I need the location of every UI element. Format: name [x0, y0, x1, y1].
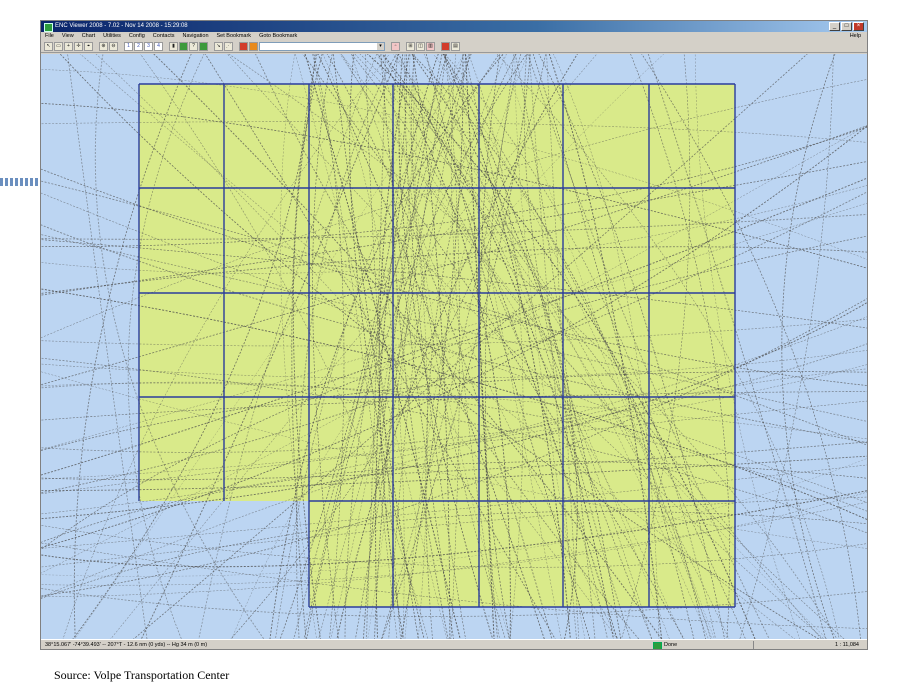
map-canvas[interactable] [41, 54, 868, 639]
menu-goto-bookmark[interactable]: Goto Bookmark [259, 32, 297, 41]
window-title: ENC Viewer 2008 - 7.02 - Nov 14 2008 - 1… [55, 23, 188, 29]
status-bar: 38°15.067' -74°39.493' -- 207°T - 12.6 n… [41, 639, 867, 649]
map-scale: 1 : 11,084 [834, 642, 859, 648]
track-icon[interactable]: ⋰ [224, 42, 233, 51]
mark-icon[interactable]: ▥ [426, 42, 435, 51]
title-bar: ENC Viewer 2008 - 7.02 - Nov 14 2008 - 1… [41, 21, 867, 32]
pan-tool-icon[interactable]: + [64, 42, 73, 51]
chart-info-icon[interactable]: ? [189, 42, 198, 51]
zoom-level-2-button[interactable]: 2 [134, 42, 143, 51]
chevron-down-icon: ▾ [377, 43, 384, 50]
measure-tool-icon[interactable]: ⌖ [84, 42, 93, 51]
zoom-out-icon[interactable]: ⊖ [109, 42, 118, 51]
vessel-track [739, 54, 834, 639]
status-done-icon [653, 642, 662, 649]
source-caption: Source: Volpe Transportation Center [54, 668, 230, 682]
select-tool-icon[interactable]: ▭ [54, 42, 63, 51]
zoom-level-3-button[interactable]: 3 [144, 42, 153, 51]
chart-map-view[interactable] [41, 54, 868, 639]
stop-icon[interactable] [239, 42, 248, 51]
grid-icon[interactable]: ⊞ [406, 42, 415, 51]
menu-view[interactable]: View [62, 32, 74, 41]
app-icon [44, 23, 53, 32]
overlay-icon[interactable]: ◫ [416, 42, 425, 51]
toolbar: ↖ ▭ + ✛ ⌖ ⊕ ⊖ 1 2 3 4 ▮ ? ↘ ⋰ ▾ ▫ ⊞ ◫ ▥ … [41, 41, 867, 53]
waypoint-icon[interactable]: ▫ [391, 42, 400, 51]
cursor-coordinates: 38°15.067' -74°39.493' -- 207°T - 12.6 n… [45, 642, 208, 648]
chart-icon[interactable]: ▮ [169, 42, 178, 51]
route-icon[interactable]: ↘ [214, 42, 223, 51]
pointer-tool-icon[interactable]: ↖ [44, 42, 53, 51]
layer-icon[interactable] [199, 42, 208, 51]
status-divider [753, 641, 754, 649]
minimize-button[interactable]: _ [829, 22, 840, 31]
menu-navigation[interactable]: Navigation [183, 32, 209, 41]
slide-bullet-mark [0, 178, 40, 186]
print-icon[interactable] [441, 42, 450, 51]
maximize-button[interactable]: □ [841, 22, 852, 31]
close-button[interactable]: × [853, 22, 864, 31]
menu-bar: File View Chart Utilities Config Contact… [41, 32, 867, 41]
status-text: Done [664, 642, 678, 648]
application-window: ENC Viewer 2008 - 7.02 - Nov 14 2008 - 1… [40, 20, 868, 650]
menu-file[interactable]: File [45, 32, 54, 41]
alarm-icon[interactable] [249, 42, 258, 51]
menu-utilities[interactable]: Utilities [103, 32, 121, 41]
menu-help[interactable]: Help [850, 32, 861, 41]
zoom-in-icon[interactable]: ⊕ [99, 42, 108, 51]
chart-open-icon[interactable] [179, 42, 188, 51]
menu-config[interactable]: Config [129, 32, 145, 41]
save-icon[interactable]: ▤ [451, 42, 460, 51]
vessel-track [67, 54, 148, 639]
menu-contacts[interactable]: Contacts [153, 32, 175, 41]
zoom-level-4-button[interactable]: 4 [154, 42, 163, 51]
crosshair-tool-icon[interactable]: ✛ [74, 42, 83, 51]
zoom-level-1-button[interactable]: 1 [124, 42, 133, 51]
window-controls: _ □ × [829, 22, 864, 31]
menu-set-bookmark[interactable]: Set Bookmark [217, 32, 252, 41]
menu-chart[interactable]: Chart [82, 32, 95, 41]
chart-select-dropdown[interactable]: ▾ [259, 42, 385, 51]
